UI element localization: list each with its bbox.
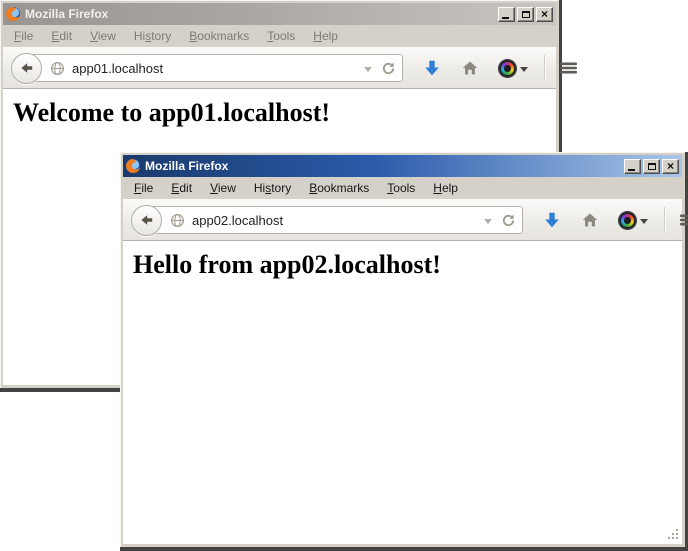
- page-heading: Welcome to app01.localhost!: [13, 98, 556, 128]
- chevron-down-icon: [520, 67, 528, 72]
- navigation-toolbar: [123, 199, 682, 241]
- minimize-icon: [502, 17, 509, 19]
- back-arrow-icon: [19, 60, 35, 76]
- home-button[interactable]: [461, 59, 479, 77]
- close-button[interactable]: ×: [536, 7, 553, 22]
- menu-item-edit[interactable]: Edit: [162, 179, 201, 197]
- toolbar-separator: [664, 207, 665, 233]
- minimize-button[interactable]: [498, 7, 515, 22]
- addon-color-wheel-button[interactable]: [499, 60, 528, 77]
- menu-item-file[interactable]: File: [5, 27, 42, 45]
- url-input[interactable]: [192, 213, 480, 228]
- addon-color-wheel-button[interactable]: [619, 212, 648, 229]
- close-button[interactable]: ×: [662, 159, 679, 174]
- menu-bar: File Edit View History Bookmarks Tools H…: [3, 25, 556, 47]
- back-arrow-icon: [139, 212, 155, 228]
- menu-item-view[interactable]: View: [81, 27, 125, 45]
- menu-item-history[interactable]: History: [245, 179, 300, 197]
- download-button[interactable]: [543, 211, 561, 229]
- titlebar[interactable]: Mozilla Firefox ×: [123, 155, 682, 177]
- menu-hamburger-button[interactable]: [679, 212, 688, 228]
- download-arrow-icon: [423, 59, 441, 77]
- hamburger-icon: [679, 212, 688, 228]
- menu-item-history[interactable]: History: [125, 27, 180, 45]
- firefox-icon: [5, 6, 21, 22]
- url-bar[interactable]: [25, 54, 403, 82]
- menu-item-bookmarks[interactable]: Bookmarks: [300, 179, 378, 197]
- window-title: Mozilla Firefox: [145, 159, 620, 173]
- toolbar-separator: [544, 55, 545, 81]
- page-content-app02: Hello from app02.localhost!: [123, 241, 682, 544]
- resize-grip[interactable]: [667, 528, 679, 540]
- home-button[interactable]: [581, 211, 599, 229]
- color-wheel-icon: [619, 212, 636, 229]
- back-button[interactable]: [11, 53, 42, 84]
- menu-item-bookmarks[interactable]: Bookmarks: [180, 27, 258, 45]
- maximize-icon: [648, 163, 656, 170]
- menu-hamburger-button[interactable]: [559, 60, 578, 76]
- site-identity-globe-icon[interactable]: [170, 213, 185, 228]
- home-icon: [581, 211, 599, 229]
- maximize-button[interactable]: [517, 7, 534, 22]
- hamburger-icon: [559, 60, 578, 76]
- menu-item-edit[interactable]: Edit: [42, 27, 81, 45]
- menu-item-help[interactable]: Help: [424, 179, 467, 197]
- back-button[interactable]: [131, 205, 162, 236]
- home-icon: [461, 59, 479, 77]
- menu-bar: File Edit View History Bookmarks Tools H…: [123, 177, 682, 199]
- color-wheel-icon: [499, 60, 516, 77]
- url-bar[interactable]: [145, 206, 523, 234]
- url-dropdown-icon[interactable]: [484, 219, 492, 224]
- menu-item-file[interactable]: File: [125, 179, 162, 197]
- maximize-button[interactable]: [643, 159, 660, 174]
- minimize-icon: [628, 169, 635, 171]
- minimize-button[interactable]: [624, 159, 641, 174]
- maximize-icon: [522, 11, 530, 18]
- menu-item-help[interactable]: Help: [304, 27, 347, 45]
- navigation-toolbar: [3, 47, 556, 89]
- url-input[interactable]: [72, 61, 360, 76]
- chevron-down-icon: [640, 219, 648, 224]
- menu-item-view[interactable]: View: [201, 179, 245, 197]
- titlebar[interactable]: Mozilla Firefox ×: [3, 3, 556, 25]
- window-controls: ×: [498, 7, 553, 22]
- page-heading: Hello from app02.localhost!: [133, 250, 682, 280]
- window-controls: ×: [624, 159, 679, 174]
- download-button[interactable]: [423, 59, 441, 77]
- download-arrow-icon: [543, 211, 561, 229]
- firefox-icon: [125, 158, 141, 174]
- desktop: { "chrome": { "close_glyph": "×" }, "col…: [0, 0, 688, 551]
- site-identity-globe-icon[interactable]: [50, 61, 65, 76]
- browser-window-app02: Mozilla Firefox × File Edit View History…: [120, 152, 688, 551]
- menu-item-tools[interactable]: Tools: [258, 27, 304, 45]
- url-dropdown-icon[interactable]: [364, 67, 372, 72]
- close-icon: ×: [667, 160, 674, 172]
- window-title: Mozilla Firefox: [25, 7, 494, 21]
- close-icon: ×: [541, 8, 548, 20]
- menu-item-tools[interactable]: Tools: [378, 179, 424, 197]
- reload-icon[interactable]: [501, 213, 516, 228]
- reload-icon[interactable]: [381, 61, 396, 76]
